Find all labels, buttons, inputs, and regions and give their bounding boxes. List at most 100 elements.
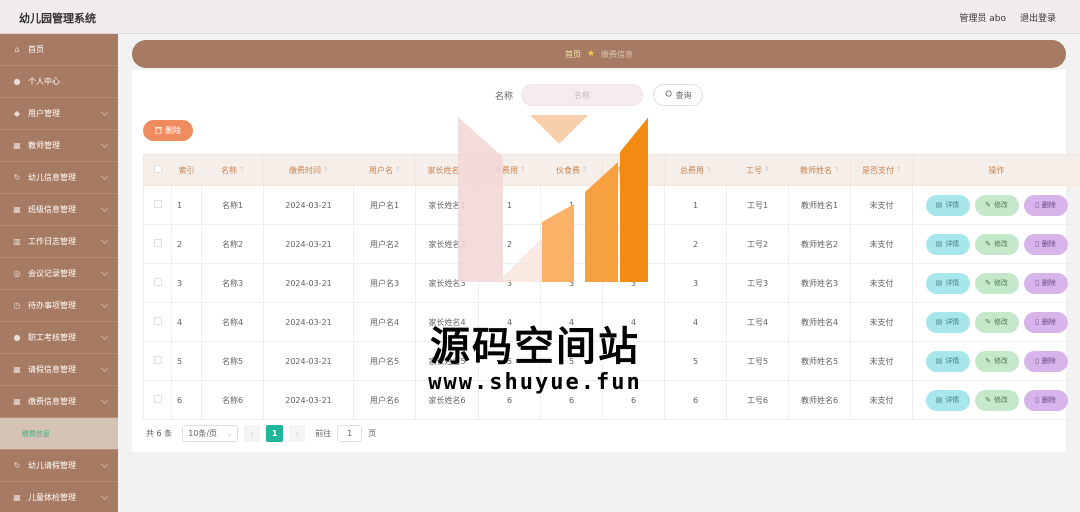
delete-button[interactable]: ▯ 删除 (1023, 311, 1068, 333)
delete-button[interactable]: ▯ 删除 (1023, 272, 1068, 294)
sort-icon[interactable]: ⇕ (764, 167, 769, 173)
sidebar-item-6[interactable]: ▥ 工作日志管理 (0, 226, 118, 258)
column-header[interactable]: 教材费 ⇕ (602, 154, 665, 186)
sidebar-item-label: 工作日志管理 (28, 237, 76, 246)
sort-icon[interactable]: ⇕ (395, 167, 400, 173)
column-header[interactable]: 用户名 ⇕ (353, 154, 416, 186)
sort-icon[interactable]: ⇕ (520, 167, 525, 173)
pencil-icon: ✎ (985, 201, 991, 209)
sidebar-item-9[interactable]: ● 职工考核管理 (0, 322, 118, 354)
sidebar-item-5[interactable]: ▦ 班级信息管理 (0, 194, 118, 226)
sort-icon[interactable]: ⇕ (582, 167, 587, 173)
edit-button[interactable]: ✎ 修改 (974, 194, 1019, 216)
sidebar-item-7[interactable]: ◎ 会议记录管理 (0, 258, 118, 290)
next-page-button[interactable]: › (289, 425, 306, 442)
table-cell: 未支付 (850, 302, 913, 342)
table-cell: 名称4 (201, 302, 264, 342)
logout-button[interactable]: 退出登录 (1020, 11, 1056, 24)
sidebar-item-4[interactable]: ↻ 幼儿信息管理 (0, 162, 118, 194)
sort-icon[interactable]: ⇕ (706, 167, 711, 173)
edit-button[interactable]: ✎ 修改 (974, 311, 1019, 333)
edit-button[interactable]: ✎ 修改 (974, 350, 1019, 372)
sort-icon[interactable]: ⇕ (461, 167, 466, 173)
sidebar-item-3[interactable]: ▦ 教师管理 (0, 130, 118, 162)
edit-button[interactable]: ✎ 修改 (974, 233, 1019, 255)
sidebar-item-14[interactable]: ▦ 儿童体检管理 (0, 482, 118, 512)
table-cell: 6 (540, 380, 603, 420)
column-header[interactable]: 家长姓名 ⇕ (415, 154, 479, 186)
edit-button[interactable]: ✎ 修改 (974, 272, 1019, 294)
sort-icon[interactable]: ⇕ (239, 167, 244, 173)
chevron-down-icon (100, 268, 109, 277)
table-cell: 3 (602, 263, 665, 303)
row-checkbox-cell (143, 224, 172, 264)
table-cell: 4 (478, 302, 541, 342)
search-bar: 名称 名称 查询 (132, 84, 1066, 106)
prev-page-button[interactable]: ‹ (244, 425, 261, 442)
delete-button[interactable]: ▯ 删除 (1023, 350, 1068, 372)
table-cell: 工号3 (726, 263, 789, 303)
column-header[interactable]: 是否支付 ⇕ (850, 154, 913, 186)
row-checkbox[interactable] (153, 356, 162, 364)
admin-user-label[interactable]: 管理员 abo (959, 11, 1006, 24)
sidebar-item-2[interactable]: ◆ 用户管理 (0, 98, 118, 130)
edit-button-label: 修改 (993, 318, 1008, 326)
sort-icon[interactable]: ⇕ (834, 167, 839, 173)
sort-icon[interactable]: ⇕ (644, 167, 649, 173)
detail-button[interactable]: ▤ 详情 (925, 350, 970, 372)
search-input[interactable]: 名称 (521, 84, 643, 106)
delete-button[interactable]: ▯ 删除 (1023, 194, 1068, 216)
row-checkbox[interactable] (153, 317, 162, 325)
detail-button[interactable]: ▤ 详情 (925, 194, 970, 216)
column-header[interactable]: 缴费时间 ⇕ (263, 154, 354, 186)
row-checkbox[interactable] (153, 200, 162, 208)
page-size-select[interactable]: 10条/页 ⌄ (182, 425, 239, 442)
sidebar-item-8[interactable]: ◷ 待办事项管理 (0, 290, 118, 322)
detail-button[interactable]: ▤ 详情 (925, 233, 970, 255)
detail-button[interactable]: ▤ 详情 (925, 272, 970, 294)
batch-delete-button[interactable]: 删除 (143, 120, 193, 141)
sidebar-item-12[interactable]: 缴费信息 (0, 418, 118, 450)
table-row: 1 名称1 2024-03-21 用户名1 家长姓名1 1 1 1 1 工号1 教师姓名1 未支付 ▤ 详… (143, 185, 1080, 225)
goto-page-input[interactable]: 1 (337, 425, 363, 442)
delete-button-label: 删除 (1041, 357, 1056, 365)
row-checkbox[interactable] (153, 278, 162, 286)
sidebar-item-0[interactable]: ⌂ 首页 (0, 34, 118, 66)
table-cell: 名称2 (201, 224, 264, 264)
edit-button[interactable]: ✎ 修改 (974, 389, 1019, 411)
detail-button[interactable]: ▤ 详情 (925, 311, 970, 333)
column-header[interactable]: 工号 ⇕ (726, 154, 789, 186)
sidebar-item-11[interactable]: ▦ 缴费信息管理 (0, 386, 118, 418)
table-cell: 未支付 (850, 224, 913, 264)
delete-button[interactable]: ▯ 删除 (1023, 389, 1068, 411)
column-header[interactable]: 索引 (171, 154, 202, 186)
select-all-checkbox[interactable] (153, 165, 162, 173)
column-header-label: 伙食费 (555, 165, 580, 175)
sidebar-item-13[interactable]: ↻ 幼儿请假管理 (0, 450, 118, 482)
page-number-current[interactable]: 1 (266, 425, 284, 442)
delete-button[interactable]: ▯ 删除 (1023, 233, 1068, 255)
sidebar-item-1[interactable]: ● 个人中心 (0, 66, 118, 98)
edit-button-label: 修改 (993, 240, 1008, 248)
column-header[interactable]: 名称 ⇕ (201, 154, 264, 186)
trash-icon (155, 126, 162, 136)
search-button[interactable]: 查询 (653, 84, 703, 106)
sort-icon[interactable]: ⇕ (896, 167, 901, 173)
detail-button[interactable]: ▤ 详情 (925, 389, 970, 411)
sidebar-item-10[interactable]: ▦ 请假信息管理 (0, 354, 118, 386)
top-header: 幼儿园管理系统 管理员 abo 退出登录 (0, 0, 1080, 34)
table-cell: 工号6 (726, 380, 789, 420)
chart-icon: ▥ (13, 237, 21, 246)
row-checkbox[interactable] (153, 395, 162, 403)
column-header[interactable]: 教师姓名 ⇕ (788, 154, 851, 186)
edit-button-label: 修改 (993, 396, 1008, 404)
sort-icon[interactable]: ⇕ (323, 167, 328, 173)
table-cell: 2024-03-21 (263, 185, 354, 225)
column-header-label: 本费用 (493, 165, 518, 175)
column-header[interactable]: 伙食费 ⇕ (540, 154, 603, 186)
column-header[interactable]: 总费用 ⇕ (664, 154, 727, 186)
breadcrumb-home[interactable]: 首页 (565, 49, 581, 60)
column-header[interactable]: 本费用 ⇕ (478, 154, 541, 186)
row-checkbox[interactable] (153, 239, 162, 247)
clock-icon: ◷ (13, 301, 21, 310)
